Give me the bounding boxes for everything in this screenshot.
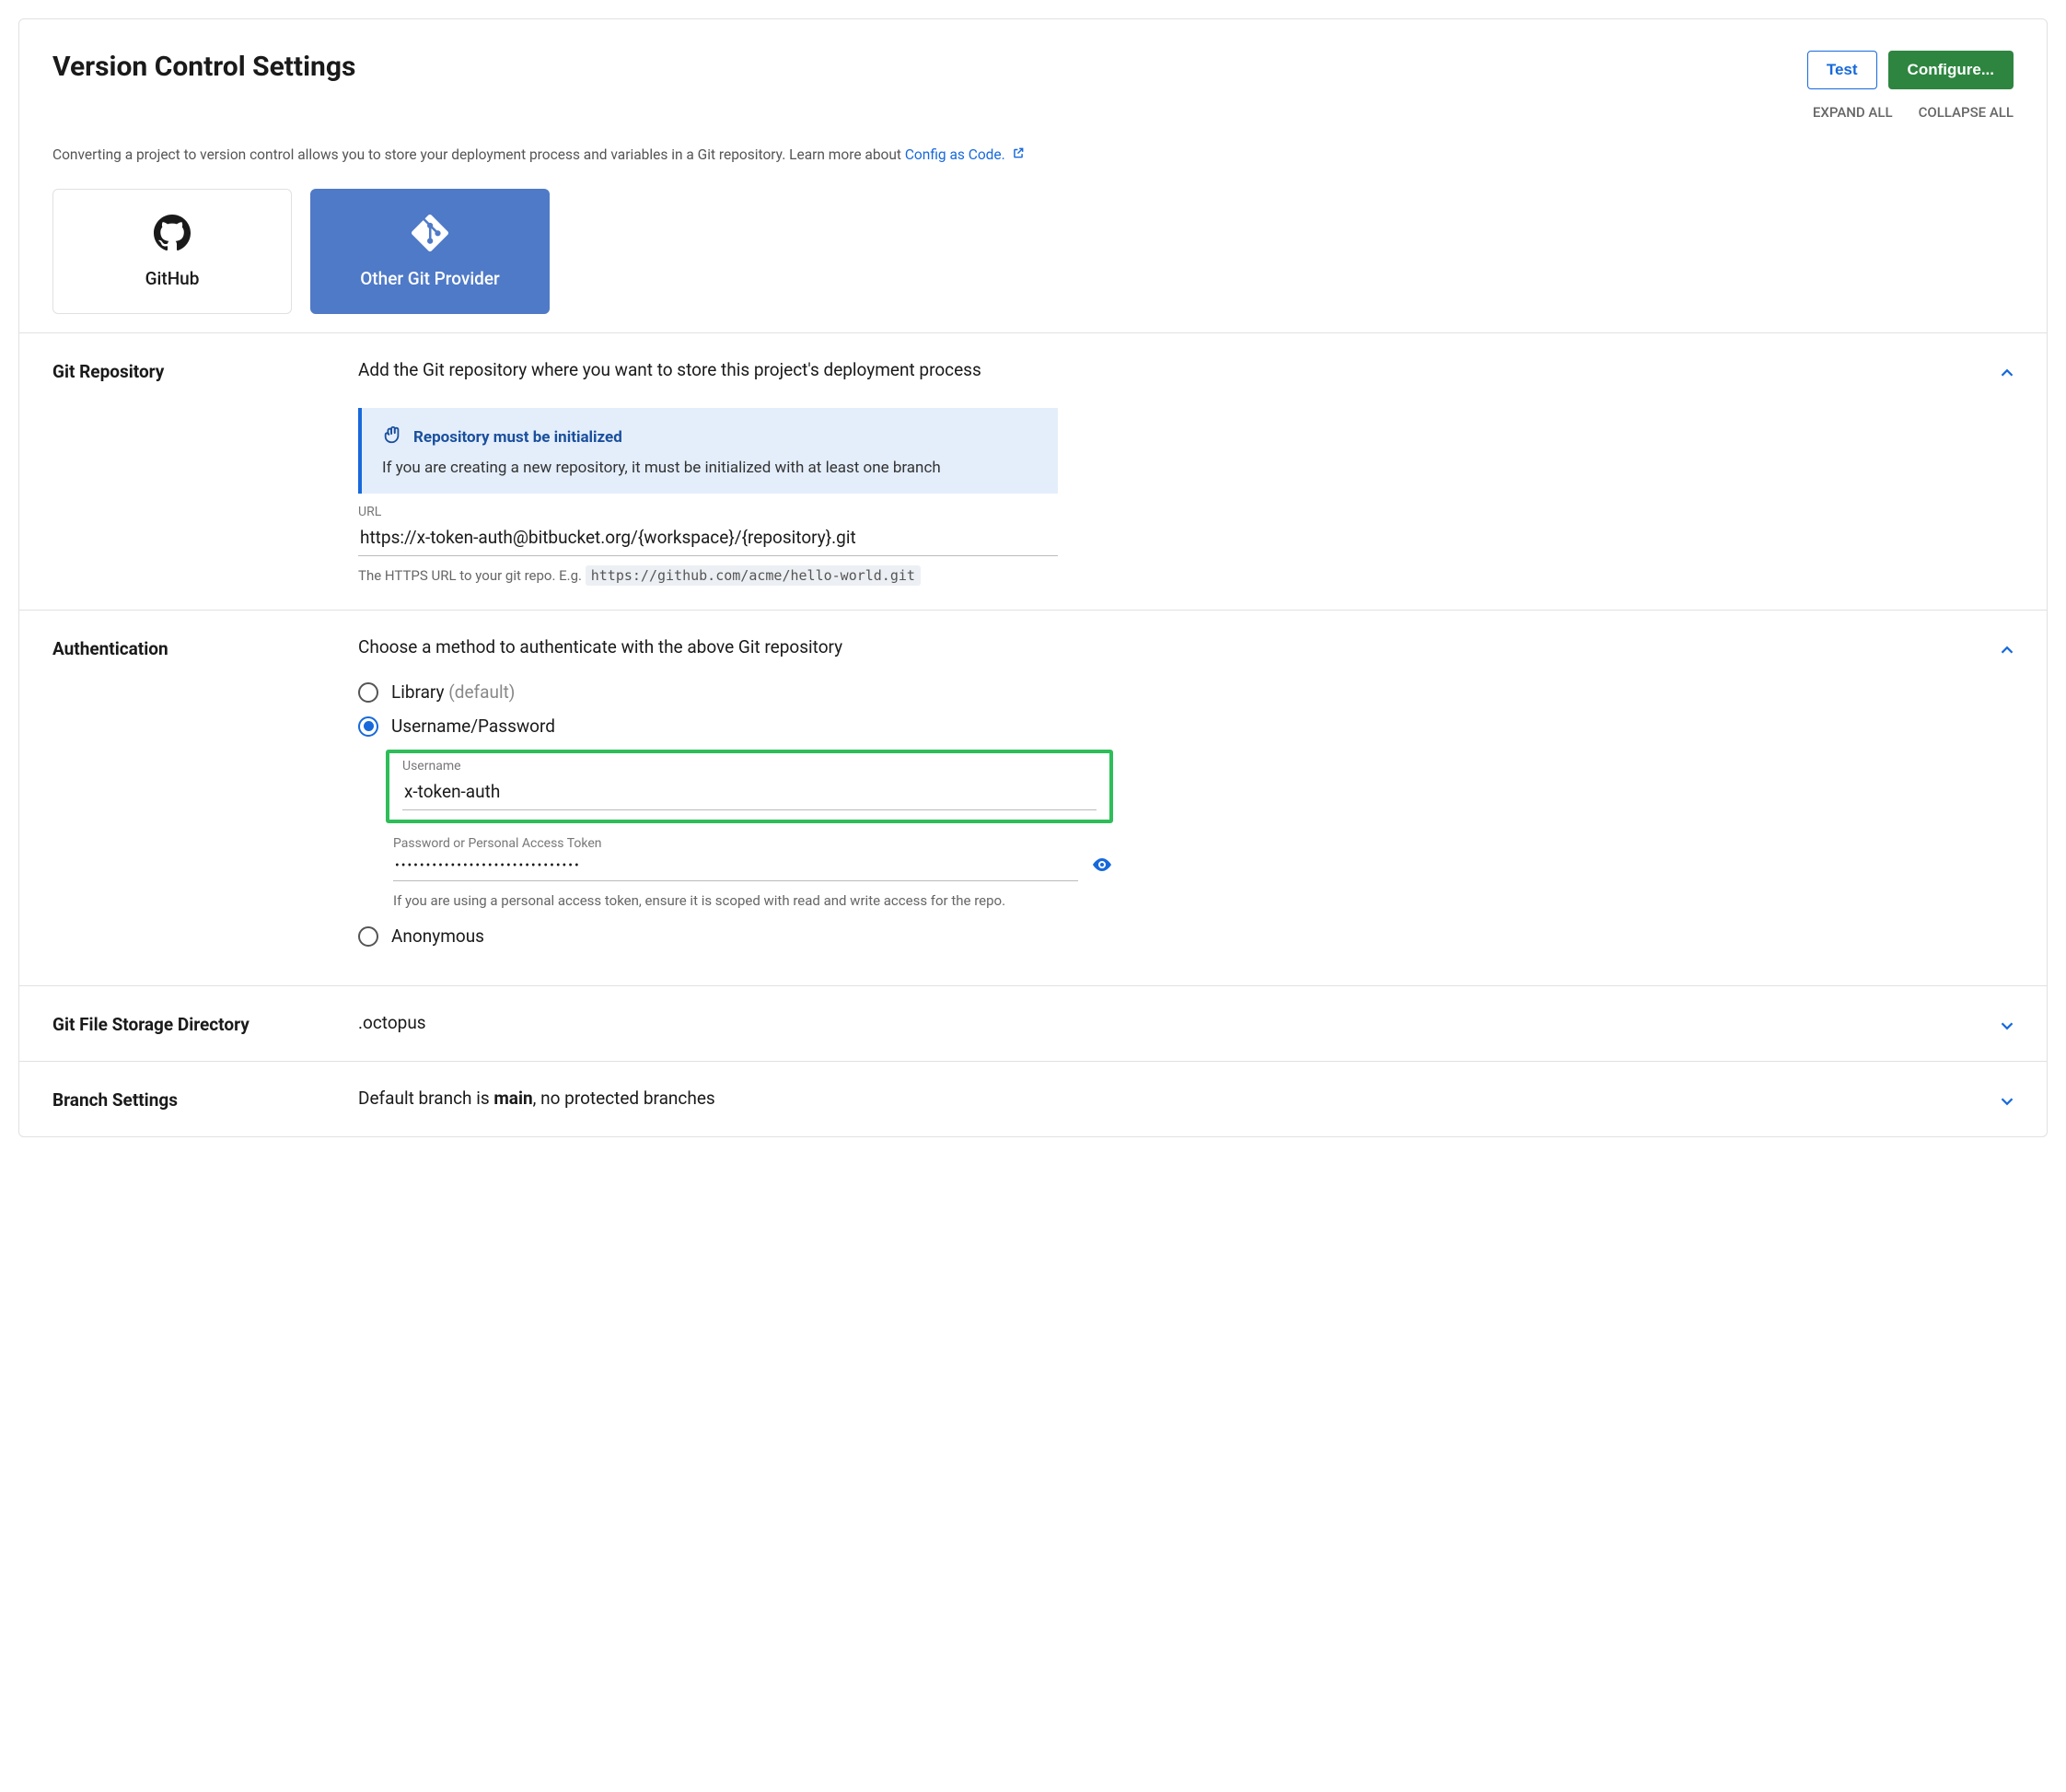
intro-text: Converting a project to version control …: [52, 146, 2014, 163]
password-field-label: Password or Personal Access Token: [393, 836, 1113, 851]
version-control-settings-panel: Version Control Settings Test Configure.…: [18, 18, 2048, 1137]
auth-option-anonymous[interactable]: Anonymous: [358, 925, 1958, 947]
provider-github-label: GitHub: [145, 268, 200, 289]
repo-url-input[interactable]: [358, 519, 1058, 556]
url-example-code: https://github.com/acme/hello-world.git: [586, 565, 921, 586]
repo-summary: Add the Git repository where you want to…: [358, 359, 1958, 380]
radio-icon: [358, 926, 378, 947]
auth-option-userpass[interactable]: Username/Password: [358, 716, 1958, 737]
collapse-repo-button[interactable]: [1997, 363, 2017, 387]
config-as-code-link[interactable]: Config as Code.: [905, 146, 1005, 163]
expand-all-button[interactable]: EXPAND ALL: [1813, 104, 1893, 121]
storage-value: .octopus: [358, 1012, 1958, 1033]
configure-button[interactable]: Configure...: [1888, 51, 2014, 89]
url-field-label: URL: [358, 505, 1958, 519]
password-input[interactable]: [393, 851, 1078, 881]
auth-library-label: Library: [391, 681, 445, 703]
section-label-auth: Authentication: [52, 636, 329, 960]
auth-option-library[interactable]: Library (default): [358, 681, 1958, 703]
url-help-text: The HTTPS URL to your git repo. E.g. htt…: [358, 567, 1958, 584]
auth-userpass-label: Username/Password: [391, 716, 555, 737]
page-title: Version Control Settings: [52, 51, 355, 83]
collapse-all-button[interactable]: COLLAPSE ALL: [1919, 104, 2014, 121]
pat-help-text: If you are using a personal access token…: [393, 892, 1113, 909]
show-password-button[interactable]: [1091, 854, 1113, 879]
panel-header: Version Control Settings Test Configure.…: [19, 19, 2047, 332]
provider-other-label: Other Git Provider: [360, 268, 500, 289]
test-button[interactable]: Test: [1807, 51, 1877, 89]
git-icon: [412, 215, 448, 251]
github-icon: [154, 215, 191, 251]
branch-summary: Default branch is main, no protected bra…: [358, 1088, 1958, 1109]
username-highlight-box: Username: [386, 750, 1113, 823]
section-git-repository: Git Repository Add the Git repository wh…: [19, 332, 2047, 610]
external-link-icon: [1009, 148, 1025, 163]
callout-title: Repository must be initialized: [413, 428, 622, 447]
auth-summary: Choose a method to authenticate with the…: [358, 636, 1958, 657]
wave-icon: [382, 425, 402, 449]
collapse-auth-button[interactable]: [1997, 640, 2017, 664]
section-authentication: Authentication Choose a method to authen…: [19, 610, 2047, 985]
expand-storage-button[interactable]: [1997, 1016, 2017, 1040]
auth-library-suffix: (default): [445, 681, 516, 703]
provider-other-card[interactable]: Other Git Provider: [310, 189, 550, 314]
provider-cards: GitHub Other Git Provider: [52, 189, 2014, 314]
section-storage[interactable]: Git File Storage Directory .octopus: [19, 985, 2047, 1061]
repo-init-callout: Repository must be initialized If you ar…: [358, 408, 1058, 494]
username-field-label: Username: [402, 759, 1097, 774]
section-label-repo: Git Repository: [52, 359, 329, 584]
section-label-branch: Branch Settings: [52, 1088, 329, 1111]
username-input[interactable]: [402, 774, 1097, 810]
expand-branch-button[interactable]: [1997, 1091, 2017, 1115]
radio-icon: [358, 682, 378, 703]
section-branch[interactable]: Branch Settings Default branch is main, …: [19, 1061, 2047, 1136]
section-label-storage: Git File Storage Directory: [52, 1012, 329, 1035]
provider-github-card[interactable]: GitHub: [52, 189, 292, 314]
callout-body: If you are creating a new repository, it…: [382, 459, 1038, 477]
eye-icon: [1091, 865, 1113, 879]
radio-icon: [358, 716, 378, 737]
auth-anon-label: Anonymous: [391, 925, 484, 947]
